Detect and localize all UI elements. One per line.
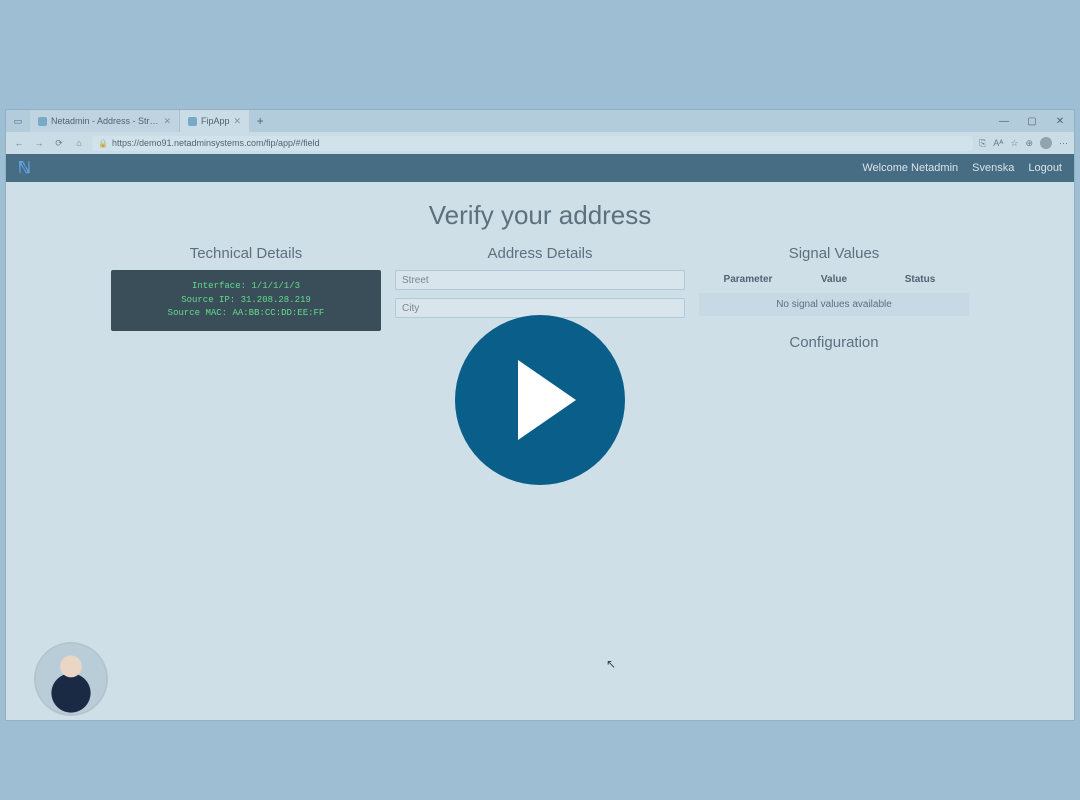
terminal-line: Source MAC: AA:BB:CC:DD:EE:FF (119, 307, 373, 321)
page-title: Verify your address (22, 200, 1058, 231)
street-input[interactable] (395, 270, 685, 290)
play-button[interactable] (455, 315, 625, 485)
section-heading: Technical Details (111, 245, 381, 262)
new-tab-button[interactable]: + (250, 110, 270, 132)
tab-label: FipApp (201, 116, 230, 126)
app-logo[interactable]: ℕ (18, 158, 31, 178)
favorite-icon[interactable]: ☆ (1010, 138, 1018, 149)
section-heading: Signal Values (699, 245, 969, 262)
profile-avatar-icon[interactable] (1040, 137, 1052, 149)
close-window-button[interactable]: ✕ (1046, 110, 1074, 132)
technical-terminal: Interface: 1/1/1/1/3 Source IP: 31.208.2… (111, 270, 381, 331)
terminal-line: Interface: 1/1/1/1/3 (119, 280, 373, 294)
maximize-button[interactable]: ▢ (1018, 110, 1046, 132)
logo-icon: ℕ (18, 158, 31, 178)
browser-addressbar: ← → ⟳ ⌂ 🔒 https://demo91.netadminsystems… (6, 132, 1074, 154)
signal-empty-row: No signal values available (699, 293, 969, 316)
welcome-label: Welcome Netadmin (862, 162, 958, 174)
favicon-icon (38, 117, 47, 126)
home-button[interactable]: ⌂ (72, 138, 86, 148)
refresh-button[interactable]: ⟳ (52, 138, 66, 149)
terminal-line: Source IP: 31.208.28.219 (119, 294, 373, 308)
minimize-button[interactable]: — (990, 110, 1018, 132)
close-icon[interactable]: ✕ (163, 116, 171, 127)
url-input[interactable]: 🔒 https://demo91.netadminsystems.com/fip… (92, 136, 973, 151)
browser-titlebar: ▭ Netadmin - Address - Street 3 1 ✕ FipA… (6, 110, 1074, 132)
signal-values-column: Signal Values Parameter Value Status No … (699, 245, 969, 359)
back-button[interactable]: ← (12, 138, 26, 148)
lock-icon: 🔒 (98, 139, 108, 148)
readmode-icon[interactable]: ⎘ (979, 138, 986, 149)
language-link[interactable]: Svenska (972, 162, 1014, 174)
col-parameter: Parameter (705, 274, 791, 285)
menu-icon[interactable]: ⋯ (1059, 138, 1068, 149)
logout-link[interactable]: Logout (1028, 162, 1062, 174)
section-heading: Address Details (395, 245, 685, 262)
presenter-avatar[interactable] (36, 644, 106, 714)
technical-details-column: Technical Details Interface: 1/1/1/1/3 S… (111, 245, 381, 359)
browser-tab-1[interactable]: Netadmin - Address - Street 3 1 ✕ (30, 110, 180, 132)
app-header: ℕ Welcome Netadmin Svenska Logout (6, 154, 1074, 182)
url-text: https://demo91.netadminsystems.com/fip/a… (112, 138, 320, 148)
cursor-icon: ↖ (606, 657, 616, 671)
collections-icon[interactable]: ⊕ (1025, 138, 1033, 149)
col-value: Value (791, 274, 877, 285)
textsize-icon[interactable]: Aᴬ (993, 138, 1003, 148)
section-heading: Configuration (699, 334, 969, 351)
col-status: Status (877, 274, 963, 285)
browser-tab-2[interactable]: FipApp ✕ (180, 110, 250, 132)
play-icon (518, 360, 576, 440)
close-icon[interactable]: ✕ (234, 116, 242, 127)
forward-button[interactable]: → (32, 138, 46, 148)
tab-label: Netadmin - Address - Street 3 1 (51, 116, 159, 126)
signal-table: Parameter Value Status No signal values … (699, 270, 969, 316)
taskview-icon[interactable]: ▭ (6, 110, 30, 132)
favicon-icon (188, 117, 197, 126)
